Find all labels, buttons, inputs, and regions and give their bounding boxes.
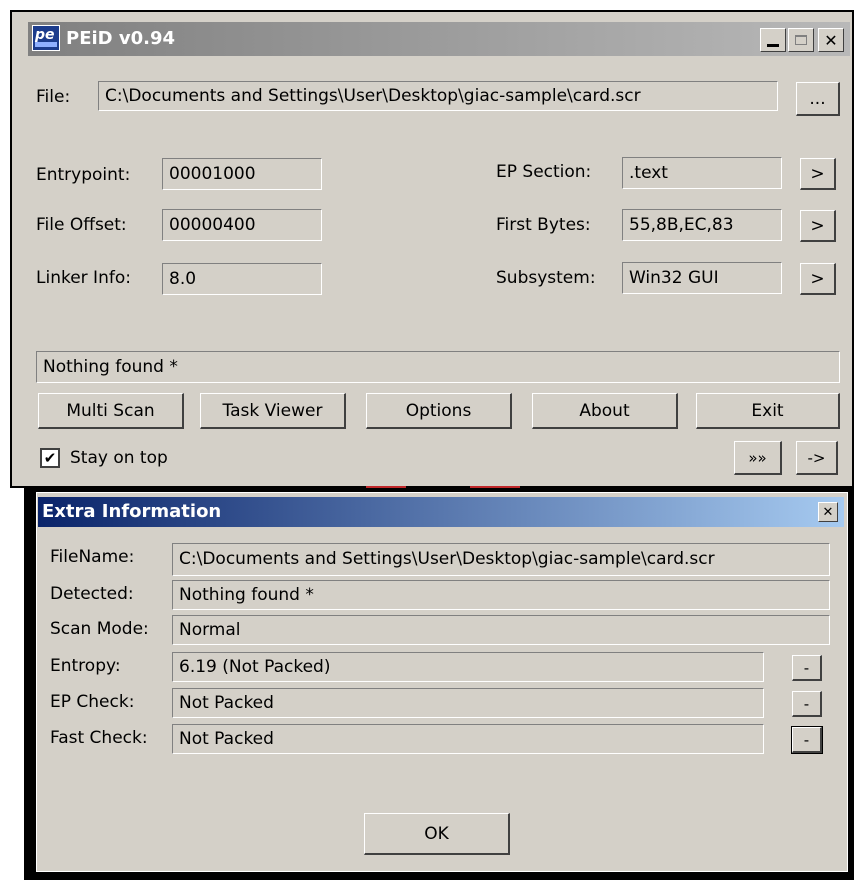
- close-icon: ✕: [824, 30, 838, 50]
- entrypoint-label: Entrypoint:: [36, 165, 131, 185]
- filename-field: C:\Documents and Settings\User\Desktop\g…: [172, 543, 830, 576]
- ep-check-label: EP Check:: [50, 692, 135, 712]
- ep-section-field: .text: [622, 157, 782, 189]
- minimize-button[interactable]: [760, 28, 786, 52]
- entropy-label: Entropy:: [50, 656, 121, 676]
- file-offset-field: 00000400: [162, 209, 322, 241]
- subsystem-field: Win32 GUI: [622, 262, 782, 294]
- fast-check-label: Fast Check:: [50, 728, 148, 748]
- app-logo-text: pe: [35, 27, 55, 43]
- options-button[interactable]: Options: [366, 393, 512, 429]
- first-bytes-field: 55,8B,EC,83: [622, 209, 782, 241]
- ep-section-button[interactable]: >: [800, 158, 836, 190]
- checkmark-icon: ✔: [43, 449, 57, 467]
- multi-scan-button[interactable]: Multi Scan: [38, 393, 184, 429]
- file-path-field[interactable]: C:\Documents and Settings\User\Desktop\g…: [98, 81, 778, 111]
- entropy-field: 6.19 (Not Packed): [172, 652, 764, 682]
- main-window-title: PEiD v0.94: [66, 28, 176, 49]
- detected-label: Detected:: [50, 584, 134, 604]
- fast-check-button[interactable]: -: [791, 726, 823, 754]
- subsystem-button[interactable]: >: [800, 263, 836, 295]
- browse-button[interactable]: ...: [796, 82, 840, 116]
- entropy-button[interactable]: -: [792, 655, 822, 681]
- scan-mode-label: Scan Mode:: [50, 619, 149, 639]
- linker-info-field: 8.0: [162, 263, 322, 295]
- ep-section-label: EP Section:: [496, 162, 592, 182]
- file-offset-label: File Offset:: [36, 215, 127, 235]
- extra-info-button[interactable]: »»: [734, 441, 782, 475]
- task-viewer-button[interactable]: Task Viewer: [200, 393, 346, 429]
- stay-on-top-checkbox[interactable]: ✔: [40, 448, 60, 468]
- subsystem-label: Subsystem:: [496, 268, 596, 288]
- minimize-icon: [767, 43, 779, 47]
- fast-check-field: Not Packed: [172, 724, 764, 754]
- extra-close-button[interactable]: ✕: [818, 502, 838, 522]
- scan-mode-field: Normal: [172, 615, 830, 645]
- first-bytes-label: First Bytes:: [496, 215, 591, 235]
- stay-on-top-label: Stay on top: [70, 448, 168, 468]
- linker-info-label: Linker Info:: [36, 268, 131, 288]
- extra-window-title: Extra Information: [42, 501, 222, 522]
- close-button[interactable]: ✕: [818, 28, 844, 52]
- ep-check-button[interactable]: -: [792, 691, 822, 717]
- filename-label: FileName:: [50, 547, 135, 567]
- entrypoint-field: 00001000: [162, 158, 322, 190]
- ep-check-field: Not Packed: [172, 688, 764, 718]
- app-logo-icon: pe: [32, 25, 60, 51]
- first-bytes-button[interactable]: >: [800, 210, 836, 242]
- file-label: File:: [36, 87, 71, 107]
- maximize-icon: [795, 35, 807, 45]
- exit-button[interactable]: Exit: [696, 393, 840, 429]
- scan-result-field: Nothing found *: [36, 351, 840, 383]
- close-icon: ✕: [822, 504, 834, 520]
- about-button[interactable]: About: [532, 393, 678, 429]
- ok-button[interactable]: OK: [364, 813, 510, 855]
- detected-field: Nothing found *: [172, 580, 830, 610]
- plugins-button[interactable]: ->: [796, 441, 838, 475]
- maximize-button[interactable]: [788, 28, 814, 52]
